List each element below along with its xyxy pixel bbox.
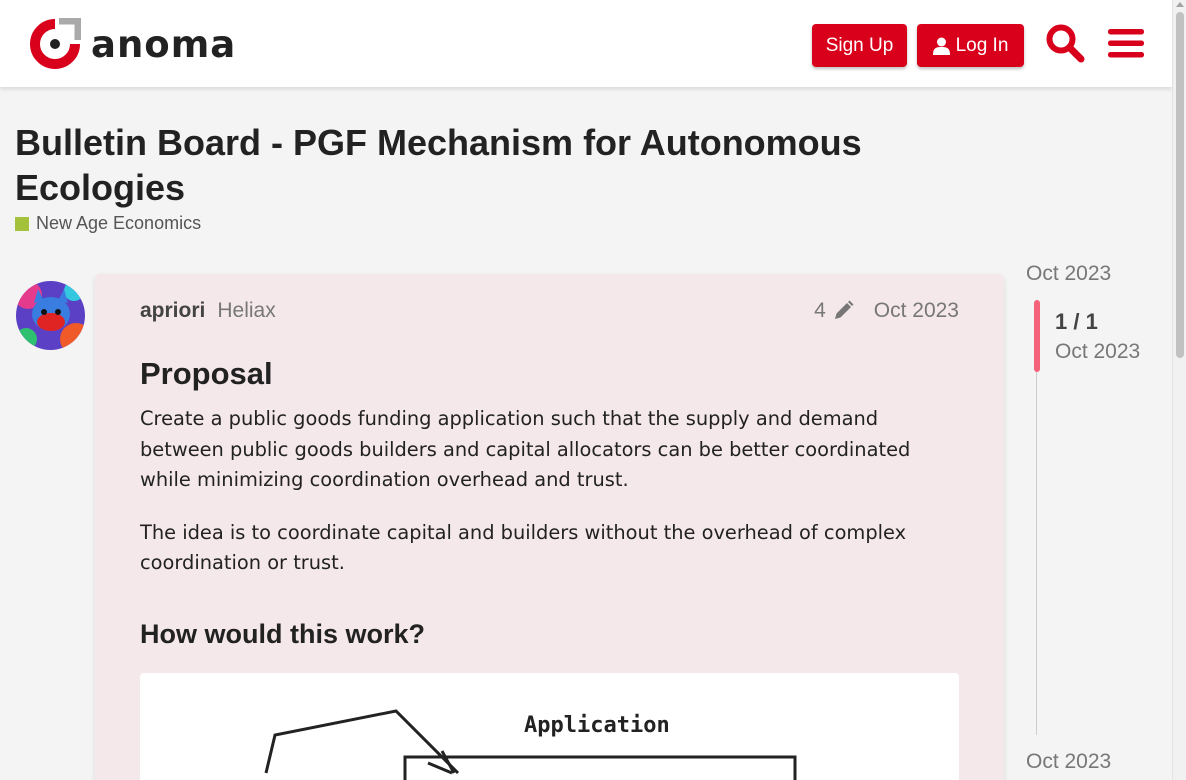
- sign-up-button[interactable]: Sign Up: [812, 24, 907, 67]
- edit-history-button[interactable]: 4: [814, 299, 854, 323]
- sign-up-label: Sign Up: [825, 34, 894, 56]
- post-subheading: How would this work?: [140, 618, 425, 649]
- anoma-logo-icon: [30, 18, 81, 69]
- pencil-icon: [834, 300, 854, 319]
- timeline-handle[interactable]: [1034, 300, 1040, 372]
- post-paragraph: Create a public goods funding applicatio…: [140, 407, 911, 491]
- hamburger-menu-button[interactable]: [1103, 20, 1149, 66]
- avatar-image: [16, 281, 85, 350]
- timeline-start-date[interactable]: Oct 2023: [1026, 262, 1111, 286]
- post-date[interactable]: Oct 2023: [874, 299, 959, 323]
- post-paragraph: The idea is to coordinate capital and bu…: [140, 520, 907, 575]
- category-name: New Age Economics: [36, 213, 202, 233]
- page-scrollbar[interactable]: [1172, 0, 1186, 780]
- category-color-swatch: [15, 216, 29, 231]
- timeline-end-date[interactable]: Oct 2023: [1026, 750, 1111, 774]
- diagram-image[interactable]: Application: [140, 672, 959, 780]
- post-meta: apriori Heliax 4 Oct 2023: [140, 296, 959, 326]
- edit-count: 4: [814, 299, 826, 322]
- logo-text: anoma: [91, 22, 237, 66]
- post-body: Proposal Create a public goods funding a…: [140, 354, 960, 780]
- post-heading: Proposal: [140, 356, 273, 391]
- site-header: anoma Sign Up Log In: [0, 0, 1172, 87]
- diagram-label: Application: [524, 712, 670, 738]
- topic-title[interactable]: Bulletin Board - PGF Mechanism for Auton…: [15, 120, 975, 210]
- hamburger-menu-icon: [1108, 29, 1144, 58]
- timeline-handle-date: Oct 2023: [1055, 340, 1141, 363]
- timeline-position: 1 / 1: [1055, 309, 1098, 334]
- post-user-title: Heliax: [217, 299, 276, 322]
- category-badge[interactable]: New Age Economics: [15, 213, 201, 234]
- post-card: apriori Heliax 4 Oct 2023 Proposal Creat…: [95, 274, 1004, 780]
- search-button[interactable]: [1042, 20, 1088, 66]
- log-in-button[interactable]: Log In: [917, 24, 1024, 67]
- scroll-up-arrow-icon[interactable]: [1176, 2, 1184, 7]
- post-username[interactable]: apriori: [140, 299, 205, 323]
- avatar[interactable]: [16, 281, 85, 350]
- search-icon: [1046, 24, 1085, 63]
- scrollbar-thumb[interactable]: [1176, 12, 1184, 358]
- log-in-label: Log In: [955, 34, 1009, 56]
- site-logo[interactable]: anoma: [29, 18, 236, 70]
- topic-timeline: Oct 2023 1 / 1 Oct 2023 Oct 2023: [1026, 262, 1166, 780]
- user-icon: [932, 37, 950, 55]
